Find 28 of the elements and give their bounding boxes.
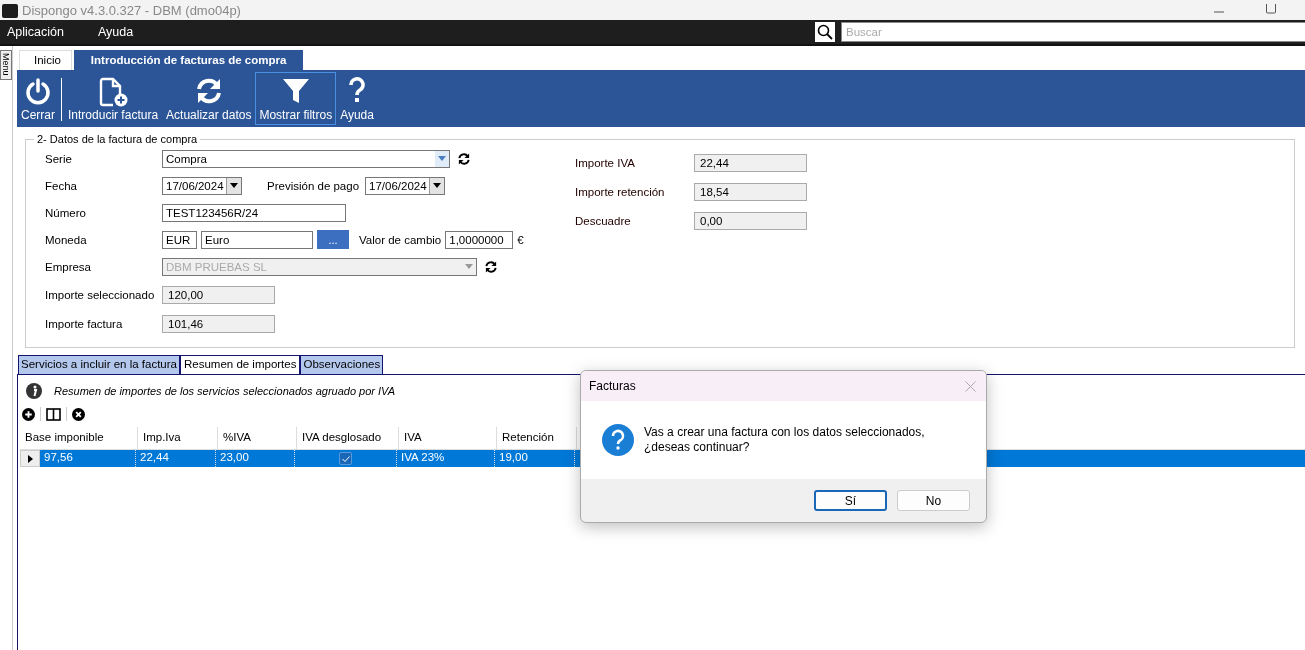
table-cell: 19,00 [495, 450, 575, 467]
field-label: Importe retención [575, 185, 666, 198]
field-label: Previsión de pago [267, 179, 360, 192]
window-title: Dispongo v4.3.0.327 - DBM (dmo04p) [22, 4, 241, 20]
table-cell: 22,44 [136, 450, 216, 467]
field-label: Empresa [45, 260, 93, 273]
field-label: Importe seleccionado [45, 288, 156, 301]
amount-field: 18,54 [694, 182, 807, 201]
dialog-title: Facturas [589, 379, 636, 393]
field-label: Moneda [45, 233, 88, 246]
currency-symbol: € [517, 233, 524, 246]
group-title: 2- Datos de la factura de compra [36, 133, 199, 145]
amount-field: 0,00 [694, 211, 807, 230]
info-text: Resumen de importes de los servicios seleccionados agruado por IVA [54, 385, 396, 397]
field-label: Serie [45, 152, 73, 165]
amount-field: 22,44 [694, 153, 807, 172]
amount-field: 120,00 [162, 285, 275, 304]
field-label: Importe IVA [575, 156, 636, 169]
table-cell: 97,56 [40, 450, 136, 467]
field-label: Número [45, 206, 87, 219]
field-label: Importe factura [45, 317, 124, 330]
field-label: Fecha [45, 179, 78, 192]
table-cell: IVA 23% [397, 450, 495, 467]
field-label: Descuadre [575, 214, 632, 227]
field-label: Valor de cambio [359, 233, 442, 246]
dialog-message: Vas a crear una factura con los datos seleccionados, ¿deseas continuar? [644, 425, 926, 455]
table-cell: 23,00 [216, 450, 295, 467]
amount-field: 101,46 [162, 314, 275, 333]
